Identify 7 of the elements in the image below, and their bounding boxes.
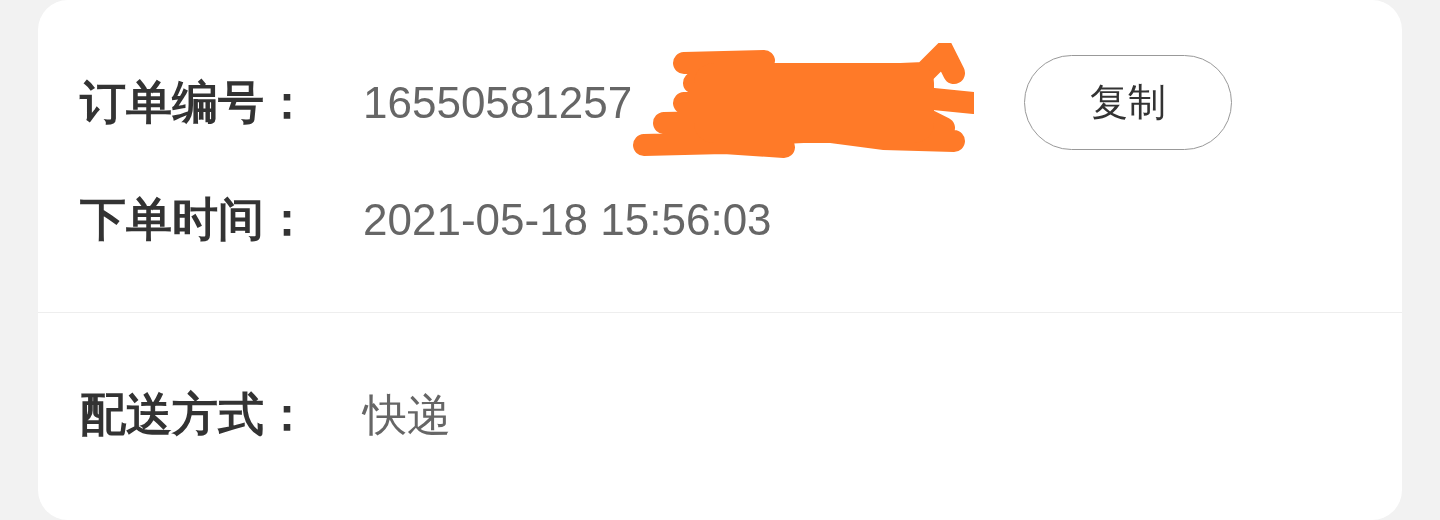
- copy-button[interactable]: 复制: [1024, 55, 1232, 150]
- field-value: 快递: [363, 388, 451, 441]
- field-value: 2021-05-18 15:56:03: [363, 193, 772, 246]
- field-label: 下单时间：: [80, 192, 311, 247]
- field-value: 16550581257: [363, 76, 633, 129]
- field-label: 订单编号：: [80, 75, 311, 130]
- field-label: 配送方式：: [80, 387, 311, 442]
